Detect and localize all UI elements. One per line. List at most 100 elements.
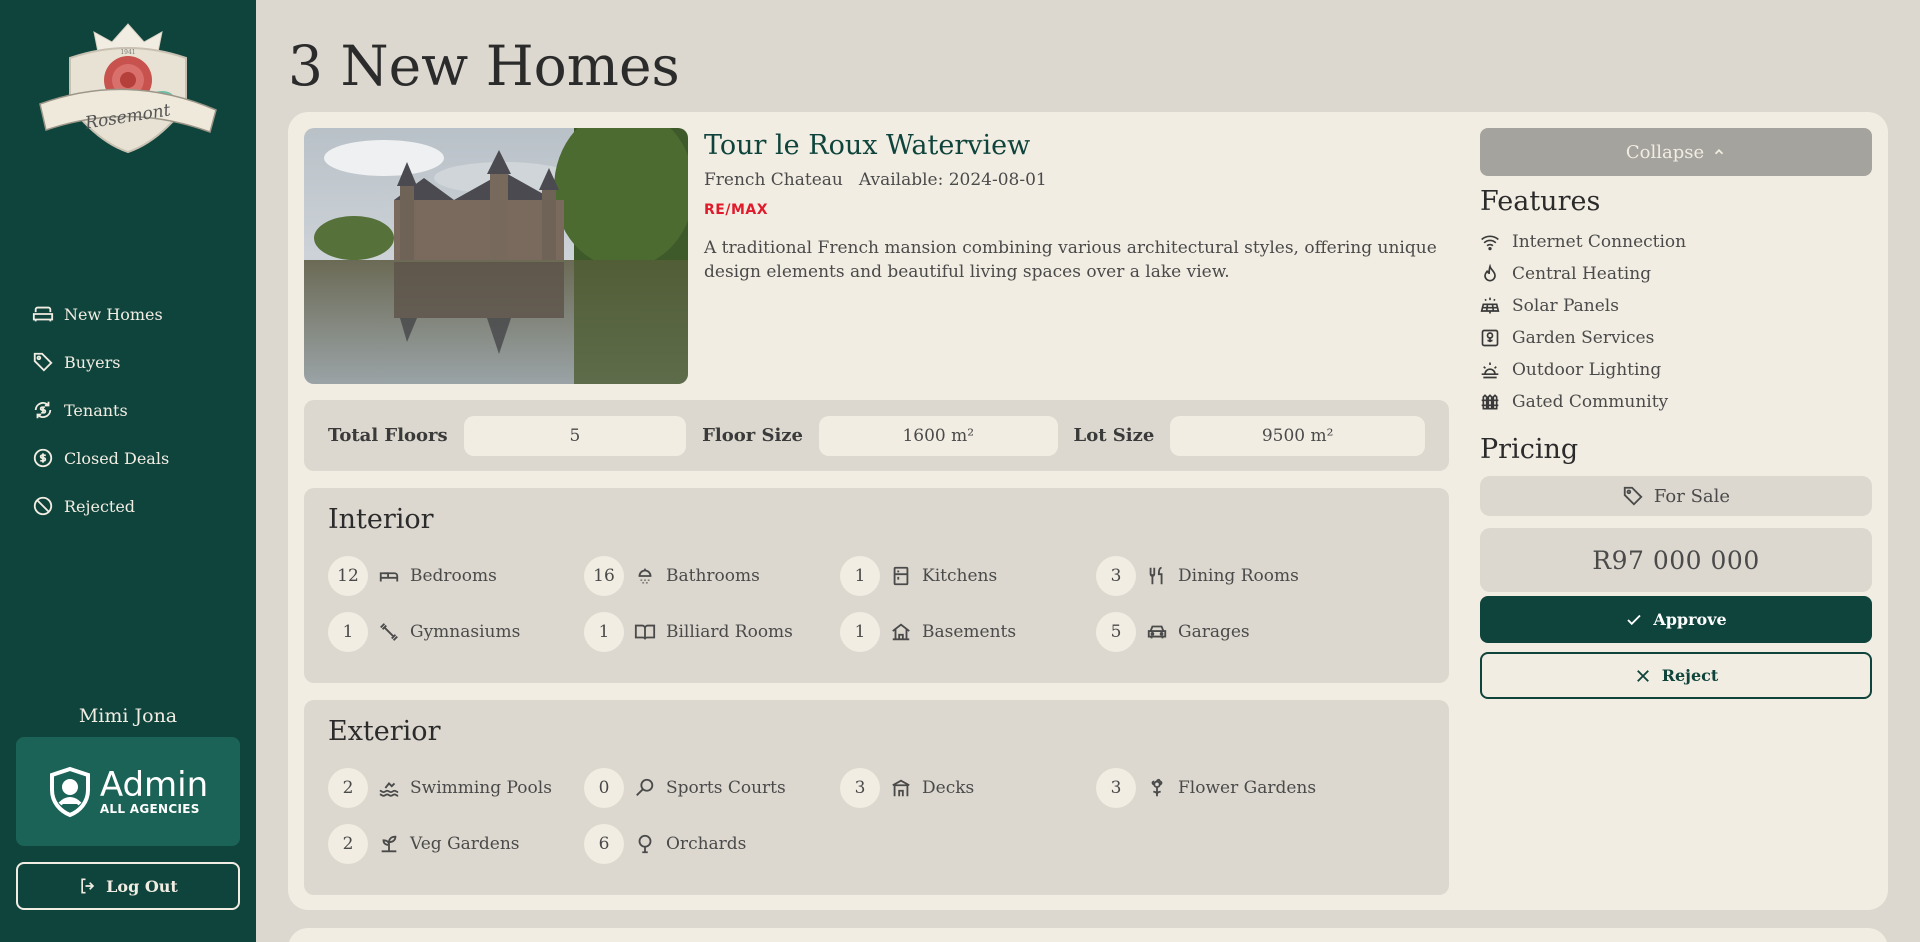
amenity-count: 2	[328, 824, 368, 864]
logout-icon	[81, 878, 95, 894]
amenity-count: 12	[328, 556, 368, 596]
admin-title: Admin	[99, 764, 209, 805]
pricing-title: Pricing	[1480, 434, 1579, 465]
nav-label-new-homes: New Homes	[64, 304, 163, 324]
amenity-label: Garages	[1178, 622, 1250, 642]
amenity-count: 6	[584, 824, 624, 864]
amenity-label: Decks	[922, 778, 975, 798]
nav-item-buyers[interactable]: Buyers	[32, 338, 242, 386]
amenity-count: 1	[840, 612, 880, 652]
exterior-title: Exterior	[328, 716, 441, 747]
home-availability: Available: 2024-08-01	[858, 170, 1047, 190]
dollar-circle-icon	[33, 448, 53, 468]
amenity-label: Orchards	[666, 834, 747, 854]
stats-bar: Total Floors 5 Floor Size 1600 m² Lot Si…	[304, 400, 1449, 471]
home-subline: French Chateau Available: 2024-08-01	[704, 170, 1047, 190]
feature-label: Outdoor Lighting	[1512, 360, 1662, 380]
feature-gated: Gated Community	[1480, 386, 1668, 418]
logout-button[interactable]: Log Out	[16, 862, 240, 910]
amenity-label: Swimming Pools	[410, 778, 552, 798]
agency-logo: RE/MAX	[704, 202, 768, 218]
tree-icon	[638, 834, 652, 854]
feature-label: Internet Connection	[1512, 232, 1687, 252]
collapse-button[interactable]: Collapse	[1480, 128, 1872, 176]
tag-icon	[1623, 486, 1643, 506]
solar-panel-icon	[1480, 297, 1500, 314]
features-title: Features	[1480, 186, 1601, 217]
tag-icon	[33, 352, 53, 372]
price-display: R97 000 000	[1480, 528, 1872, 592]
check-icon	[1627, 614, 1641, 625]
floor-size-label: Floor Size	[702, 425, 803, 446]
nav-item-new-homes[interactable]: New Homes	[32, 290, 242, 338]
feature-garden: Garden Services	[1480, 322, 1654, 354]
car-icon	[1147, 625, 1167, 639]
interior-title: Interior	[328, 504, 434, 535]
admin-subtitle: ALL AGENCIES	[99, 801, 200, 816]
nav-label-rejected: Rejected	[64, 496, 136, 516]
bed-icon	[379, 572, 399, 582]
amenity-count: 0	[584, 768, 624, 808]
nav-item-rejected[interactable]: Rejected	[32, 482, 242, 530]
nav-item-closed-deals[interactable]: Closed Deals	[32, 434, 242, 482]
amenity-kitchens: 1 Kitchens	[840, 556, 997, 596]
swim-icon	[379, 782, 399, 797]
amenity-count: 1	[328, 612, 368, 652]
dumbbell-icon	[380, 623, 398, 641]
agency-logo-right: MAX	[730, 202, 769, 218]
sprout-icon	[381, 835, 397, 853]
amenity-count: 16	[584, 556, 624, 596]
sidebar: Rosemont 1941 New Homes Buyers Tenants C…	[0, 0, 256, 942]
amenity-label: Bedrooms	[410, 566, 497, 586]
sofa-icon	[32, 306, 54, 322]
chevron-up-icon	[1715, 149, 1724, 155]
feature-heating: Central Heating	[1480, 258, 1651, 290]
amenity-swimming-pools: 2 Swimming Pools	[328, 768, 552, 808]
sidebar-nav: New Homes Buyers Tenants Closed Deals Re…	[32, 290, 242, 530]
garden-icon	[1481, 329, 1499, 347]
feature-label: Gated Community	[1512, 392, 1669, 412]
amenity-billiard-rooms: 1 Billiard Rooms	[584, 612, 793, 652]
feature-internet: Internet Connection	[1480, 226, 1686, 258]
amenity-decks: 3 Decks	[840, 768, 974, 808]
amenity-dining-rooms: 3 Dining Rooms	[1096, 556, 1299, 596]
rosemont-logo[interactable]: Rosemont 1941	[34, 18, 222, 158]
deck-icon	[892, 779, 910, 797]
nav-label-closed-deals: Closed Deals	[64, 448, 170, 468]
nav-item-tenants[interactable]: Tenants	[32, 386, 242, 434]
close-icon	[1636, 669, 1649, 682]
amenity-count: 1	[840, 556, 880, 596]
nav-label-tenants: Tenants	[64, 400, 128, 420]
amenity-label: Kitchens	[922, 566, 998, 586]
flame-icon	[1484, 264, 1496, 282]
amenity-count: 3	[840, 768, 880, 808]
floors-label: Total Floors	[328, 425, 448, 446]
amenity-bedrooms: 12 Bedrooms	[328, 556, 497, 596]
chateau-image	[304, 128, 688, 384]
logout-label: Log Out	[106, 876, 178, 896]
agency-logo-left: RE/	[704, 202, 731, 218]
feature-label: Garden Services	[1512, 328, 1655, 348]
amenity-label: Gymnasiums	[410, 622, 521, 642]
amenity-label: Veg Gardens	[410, 834, 520, 854]
shower-icon	[638, 568, 652, 584]
sale-type-badge: For Sale	[1480, 476, 1872, 516]
utensils-icon	[1149, 566, 1163, 585]
approve-button[interactable]: Approve	[1480, 596, 1872, 643]
amenity-basements: 1 Basements	[840, 612, 1016, 652]
amenity-garages: 5 Garages	[1096, 612, 1250, 652]
reject-button[interactable]: Reject	[1480, 652, 1872, 699]
lot-size-label: Lot Size	[1073, 425, 1155, 446]
user-name: Mimi Jona	[78, 705, 178, 727]
floors-value: 5	[463, 415, 687, 456]
approve-label: Approve	[1653, 610, 1727, 629]
listing-card: Tour le Roux Waterview French Chateau Ava…	[288, 112, 1888, 910]
sunrise-icon	[1481, 362, 1499, 379]
amenity-sports-courts: 0 Sports Courts	[584, 768, 786, 808]
home-photo[interactable]	[304, 128, 688, 384]
amenity-count: 1	[584, 612, 624, 652]
flower-icon	[1151, 778, 1163, 797]
book-open-icon	[634, 624, 656, 640]
amenity-count: 3	[1096, 768, 1136, 808]
feature-label: Solar Panels	[1512, 296, 1619, 316]
